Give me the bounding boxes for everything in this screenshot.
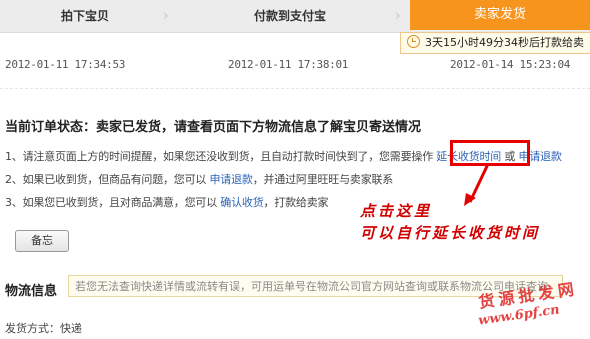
refund-link[interactable]: 申请退款: [210, 173, 253, 186]
timestamp-order: 2012-01-11 17:34:53: [5, 58, 126, 71]
progress-steps: 拍下宝贝 › 付款到支付宝 › 卖家发货: [0, 0, 590, 33]
order-status-text: 卖家已发货，请查看页面下方物流信息了解宝贝寄送情况: [96, 120, 422, 135]
timestamp-shipped: 2012-01-14 15:23:04: [450, 58, 571, 71]
instruction-text: 1、请注意页面上方的时间提醒，如果您还没收到货，且自动打款时间快到了，您需要操作: [5, 150, 437, 163]
countdown-text: 3天15小时49分34秒后打款给卖: [425, 36, 584, 49]
step-seller-shipped: 卖家发货: [410, 0, 590, 30]
instruction-item-2: 2、如果已收到货，但商品有问题，您可以 申请退款，并通过阿里旺旺与卖家联系: [5, 171, 393, 187]
payment-countdown: 3天15小时49分34秒后打款给卖: [400, 32, 590, 54]
order-status: 当前订单状态：卖家已发货，请查看页面下方物流信息了解宝贝寄送情况: [5, 116, 421, 135]
step-place-order: 拍下宝贝: [60, 9, 109, 23]
annotation-line-1: 点击这里: [360, 202, 433, 220]
instruction-text: 2、如果已收到货，但商品有问题，您可以: [5, 173, 210, 186]
shipping-method-label: 发货方式：: [5, 322, 60, 335]
instruction-text: ，打款给卖家: [263, 196, 329, 209]
logistics-title: 物流信息: [5, 284, 58, 299]
chevron-right-icon: ›: [395, 8, 401, 24]
divider: [0, 88, 590, 89]
shipping-method: 发货方式：快递: [5, 320, 82, 336]
shipping-method-value: 快递: [60, 322, 82, 335]
timestamp-payment: 2012-01-11 17:38:01: [228, 58, 349, 71]
instruction-item-3: 3、如果您已收到货，且对商品满意，您可以 确认收货，打款给卖家: [5, 194, 329, 210]
annotation-arrow-icon: [464, 163, 490, 206]
confirm-receipt-link[interactable]: 确认收货: [220, 196, 263, 209]
instruction-text: ，并通过阿里旺旺与卖家联系: [252, 173, 394, 186]
instruction-text: 3、如果您已收到货，且对商品满意，您可以: [5, 196, 221, 209]
step-pay-alipay: 付款到支付宝: [253, 9, 326, 23]
clock-icon: [407, 35, 420, 48]
annotation-line-2: 可以自行延长收货时间: [360, 224, 541, 242]
order-status-label: 当前订单状态：: [5, 120, 97, 135]
memo-button[interactable]: 备忘: [15, 230, 69, 252]
